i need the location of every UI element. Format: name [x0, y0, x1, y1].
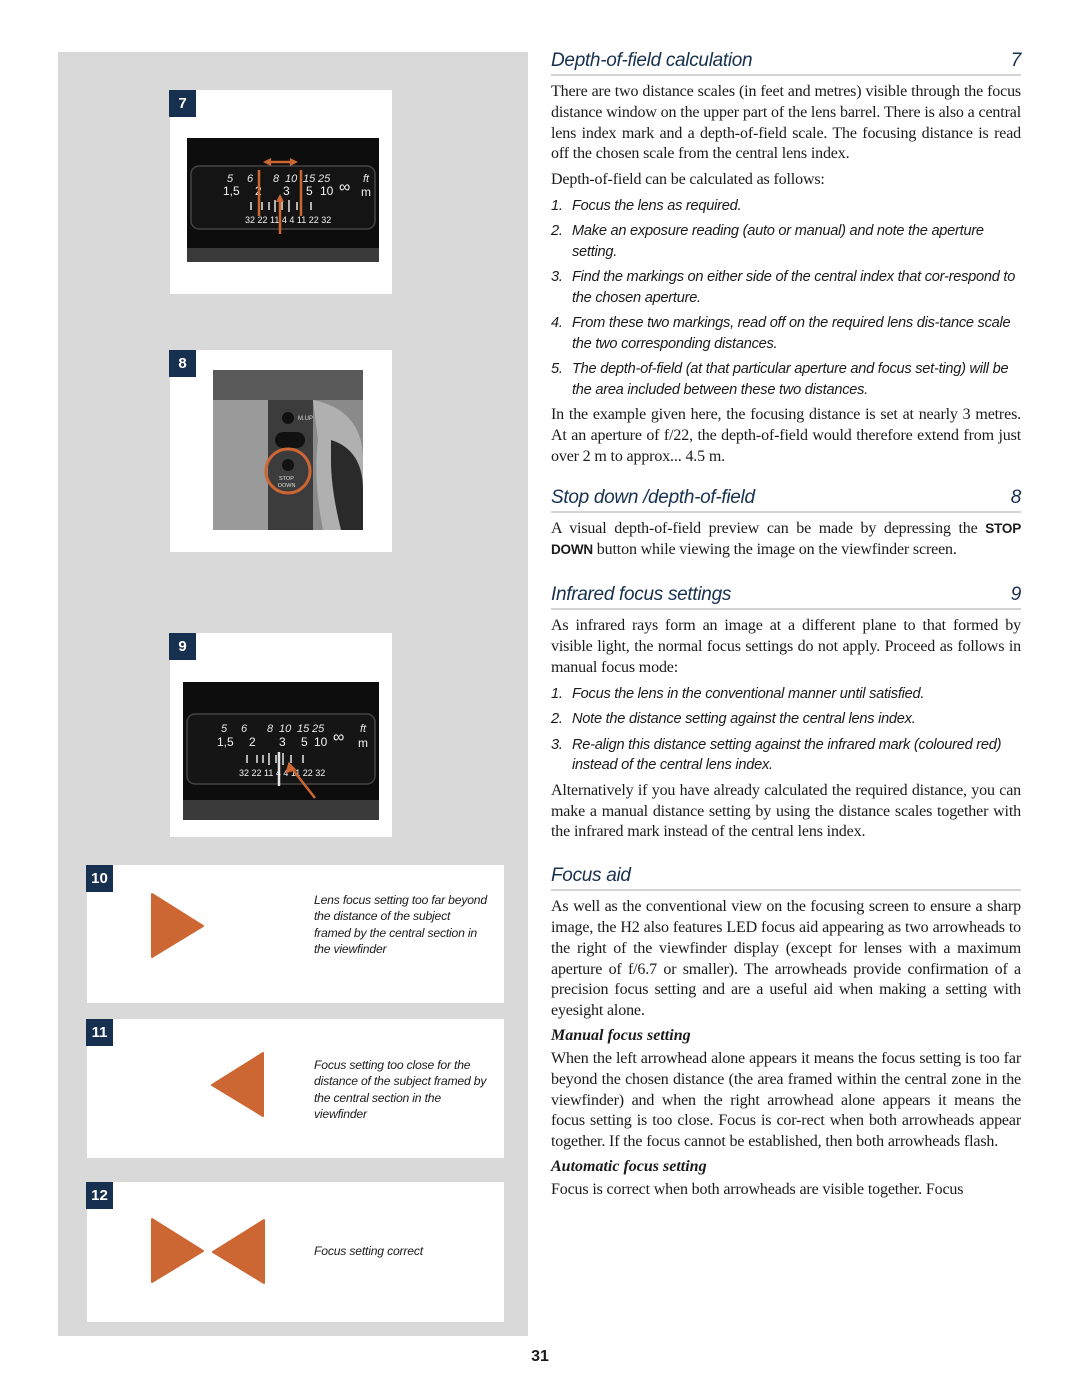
paragraph: There are two distance scales (in feet a…	[551, 83, 1021, 163]
svg-text:10: 10	[320, 184, 334, 198]
figure-badge: 7	[169, 90, 196, 117]
svg-text:5: 5	[301, 735, 308, 749]
paragraph: Depth-of-field can be calculated as foll…	[551, 171, 825, 189]
figure-10: 10 Lens focus setting too far beyond the…	[86, 865, 504, 1003]
list-item: 2. Make an exposure reading (auto or manu…	[551, 223, 984, 260]
subheading: Manual focus setting	[551, 1027, 691, 1045]
paragraph: Focus is correct when both arrowheads ar…	[551, 1181, 964, 1199]
section-heading: Depth-of-field calculation 7	[551, 50, 1021, 76]
figure-badge: 9	[169, 633, 196, 660]
lens-scale-photo: 56 810 1525 ft 1,523 510 ∞m 32 22 11 4 4…	[187, 138, 379, 262]
section-infrared-focus: Infrared focus settings 9 As infrared ra…	[551, 584, 1021, 843]
svg-text:15: 15	[297, 723, 310, 735]
svg-text:10: 10	[314, 735, 328, 749]
paragraph: A visual depth-of-field preview can be m…	[551, 519, 1021, 558]
list-item: 1. Focus the lens as required.	[551, 197, 742, 214]
svg-text:5: 5	[306, 184, 313, 198]
svg-text:∞: ∞	[333, 729, 344, 746]
paragraph: As well as the conventional view on the …	[551, 898, 1021, 1020]
svg-text:ft: ft	[360, 723, 367, 735]
figure-caption: Focus setting too close for the distance…	[314, 1058, 487, 1122]
figure-badge: 12	[86, 1182, 113, 1209]
section-stop-down: Stop down /depth-of-field 8 A visual dep…	[551, 487, 1021, 561]
lens-scale-illustration: 56 810 1525 ft 1,523 510 ∞m 32 22 11 4 4…	[187, 158, 379, 262]
figure-badge: 10	[86, 865, 113, 892]
figure-caption: Lens focus setting too far beyond the di…	[314, 893, 487, 957]
page-number: 31	[531, 1348, 549, 1365]
list-item: 3. Find the markings on either side of th…	[551, 269, 1016, 306]
svg-text:m: m	[361, 185, 371, 199]
paragraph: When the left arrowhead alone appears it…	[551, 1050, 1021, 1151]
figure-reference: 7	[1010, 50, 1022, 71]
figure-12: 12 Focus setting correct	[86, 1182, 504, 1322]
svg-text:3: 3	[279, 735, 286, 749]
svg-text:1,5: 1,5	[223, 184, 240, 198]
mup-label: M.UP	[298, 416, 313, 422]
svg-text:32 22 11 4 4 11 22 32: 32 22 11 4 4 11 22 32	[239, 768, 325, 778]
section-heading: Stop down /depth-of-field 8	[551, 487, 1021, 513]
paragraph: Alternatively if you have already calcul…	[551, 781, 1021, 841]
figure-11: 11 Focus setting too close for the dista…	[86, 1019, 504, 1158]
svg-text:STOP: STOP	[279, 476, 294, 482]
stop-down-button-photo: M.UP STOP DOWN	[213, 370, 363, 530]
section-title: Infrared focus settings	[551, 584, 732, 606]
svg-text:m: m	[358, 736, 368, 750]
section-focus-aid: Focus aid As well as the conventional vi…	[551, 865, 1021, 1201]
svg-text:ft: ft	[363, 173, 370, 185]
left-arrowhead-icon	[211, 1052, 264, 1117]
svg-text:25: 25	[311, 723, 325, 735]
svg-text:∞: ∞	[339, 179, 350, 196]
svg-text:3: 3	[283, 184, 290, 198]
list-item: 4. From these two markings, read off on t…	[551, 315, 1011, 352]
list-item: 2. Note the distance setting against the …	[551, 711, 916, 728]
text-column: Depth-of-field calculation 7 There are t…	[551, 50, 1021, 1206]
figure-badge: 11	[86, 1019, 113, 1046]
svg-text:8: 8	[267, 723, 274, 735]
section-title: Focus aid	[551, 865, 631, 887]
camera-body-illustration: M.UP STOP DOWN	[213, 370, 363, 530]
step-list: 1. Focus the lens in the conventional man…	[551, 684, 1021, 776]
figure-panel: 7 5 6 8 10 1525 ft 1,5 2 3 5 10 ∞ m	[58, 52, 528, 1336]
svg-text:5: 5	[221, 723, 228, 735]
section-heading: Focus aid	[551, 865, 1021, 892]
figure-9: 9 5 6 8 10 15 25 ft 1,5 2 3 5 10 ∞ m 32 2…	[169, 633, 392, 837]
svg-text:32 22 11 4 4 11 22 32: 32 22 11 4 4 11 22 32	[245, 215, 331, 225]
svg-text:6: 6	[247, 173, 254, 185]
left-arrowhead-icon	[212, 1219, 265, 1284]
figure-reference: 8	[1010, 486, 1022, 508]
subheading: Automatic focus setting	[551, 1158, 707, 1176]
right-arrowhead-icon	[151, 1218, 204, 1283]
svg-text:2: 2	[249, 735, 256, 749]
section-heading: Infrared focus settings 9	[551, 584, 1022, 611]
step-list: 1. Focus the lens as required. 2. Make an …	[551, 196, 1021, 401]
section-title: Stop down /depth-of-field	[551, 486, 755, 508]
paragraph: In the example given here, the focusing …	[551, 406, 1021, 466]
figure-8: 8 M.UP STOP DOWN	[169, 350, 392, 552]
list-item: 5. The depth-of-field (at that particular…	[551, 361, 1009, 398]
figure-badge: 8	[169, 350, 196, 377]
right-arrowhead-icon	[151, 893, 204, 958]
infrared-scale-photo: 56 8 10 15 25 ft 1,5 2 3 5 10 ∞ m 32 22 …	[183, 682, 379, 820]
figure-7: 7 56 810 1525 ft 1,523 510 ∞m	[169, 90, 392, 294]
section-title: Depth-of-field calculation	[551, 50, 753, 71]
section-depth-of-field-calculation: Depth-of-field calculation 7 There are t…	[551, 50, 1021, 468]
list-item: 1. Focus the lens in the conventional man…	[551, 685, 925, 702]
svg-text:10: 10	[279, 723, 292, 735]
figure-reference: 9	[1010, 584, 1022, 606]
svg-text:8: 8	[273, 173, 280, 185]
infrared-scale-illustration: 56 8 10 15 25 ft 1,5 2 3 5 10 ∞ m 32 22 …	[183, 713, 379, 820]
svg-text:DOWN: DOWN	[278, 483, 295, 489]
svg-text:6: 6	[241, 723, 248, 735]
paragraph: As infrared rays form an image at a diff…	[551, 617, 1021, 677]
svg-text:1,5: 1,5	[217, 735, 234, 749]
figure-caption: Focus setting correct	[314, 1244, 423, 1258]
list-item: 3. Re-align this distance setting against…	[551, 736, 1002, 774]
